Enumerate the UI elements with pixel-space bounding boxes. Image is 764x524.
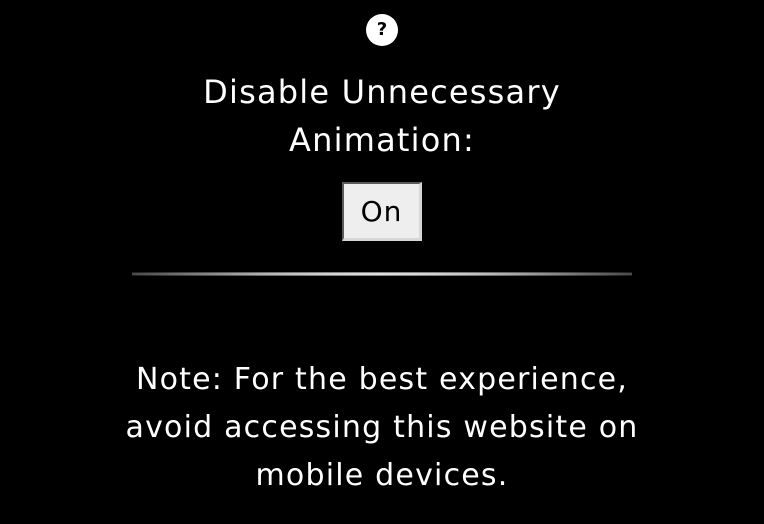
note-line-3: mobile devices. [255, 458, 509, 493]
animation-toggle-button[interactable]: On [342, 182, 422, 241]
help-glyph: ? [376, 19, 388, 40]
note-line-1: Note: For the best experience, [135, 362, 629, 397]
note-line-2: avoid accessing this website on [125, 410, 639, 445]
help-question-icon[interactable]: ? [366, 14, 398, 46]
animation-setting-label: Disable Unnecessary Animation: [0, 68, 764, 164]
divider [132, 272, 632, 276]
setting-label-line-2: Animation: [289, 121, 475, 159]
setting-label-line-1: Disable Unnecessary [203, 73, 561, 111]
mobile-warning-note: Note: For the best experience, avoid acc… [0, 356, 764, 500]
